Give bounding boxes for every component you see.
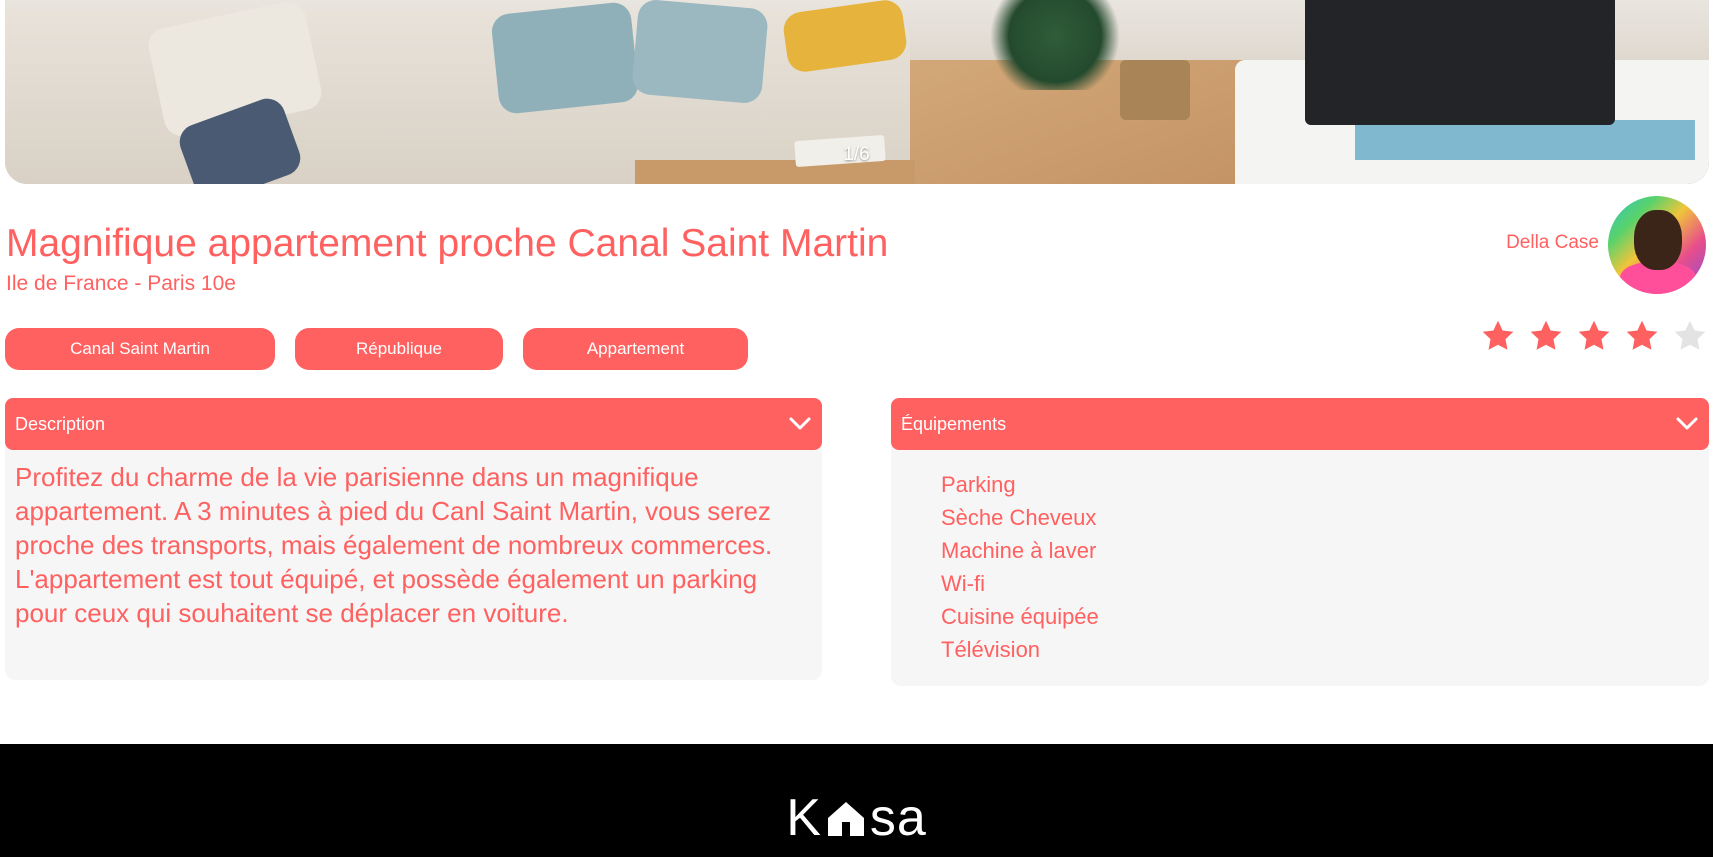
star-filled-icon [1626, 320, 1658, 350]
list-item: Cuisine équipée [941, 604, 1099, 629]
list-item: Parking [941, 472, 1016, 497]
logo-letters-sa: sa [869, 789, 927, 847]
equipments-header[interactable]: Équipements [891, 398, 1709, 450]
list-item: Wi-fi [941, 571, 985, 596]
kasa-logo[interactable]: K sa [0, 788, 1713, 848]
list-item: Télévision [941, 637, 1041, 662]
description-header[interactable]: Description [5, 398, 822, 450]
equipments-list: Parking Sèche Cheveux Machine à laver Wi… [941, 468, 1659, 666]
chevron-down-icon[interactable] [1675, 416, 1699, 432]
gallery-counter: 1/6 [843, 144, 870, 165]
host-avatar [1608, 196, 1706, 294]
host-name: Della Case [1506, 232, 1599, 253]
equipments-collapse: Équipements Parking Sèche Cheveux Machin… [891, 398, 1709, 686]
rating [1480, 318, 1708, 354]
chevron-down-icon[interactable] [788, 416, 812, 432]
star-filled-icon [1530, 320, 1562, 350]
listing-location: Ile de France - Paris 10e [6, 272, 236, 295]
description-collapse: Description Profitez du charme de la vie… [5, 398, 822, 680]
listing-title: Magnifique appartement proche Canal Sain… [6, 222, 889, 265]
star-filled-icon [1482, 320, 1514, 350]
tag: République [295, 328, 503, 370]
tag-list: Canal Saint Martin République Appartemen… [5, 328, 748, 370]
equipments-body: Parking Sèche Cheveux Machine à laver Wi… [891, 444, 1709, 686]
description-title: Description [15, 413, 106, 434]
star-empty-icon [1674, 320, 1706, 350]
tag: Appartement [523, 328, 748, 370]
list-item: Sèche Cheveux [941, 505, 1097, 530]
house-icon [827, 802, 864, 836]
equipments-title: Équipements [901, 413, 1007, 434]
logo-letter-k: K [786, 789, 822, 847]
description-text: Profitez du charme de la vie parisienne … [15, 462, 773, 628]
star-filled-icon [1578, 320, 1610, 350]
description-body: Profitez du charme de la vie parisienne … [5, 444, 822, 680]
footer: K sa [0, 744, 1713, 857]
tag: Canal Saint Martin [5, 328, 275, 370]
list-item: Machine à laver [941, 538, 1097, 563]
